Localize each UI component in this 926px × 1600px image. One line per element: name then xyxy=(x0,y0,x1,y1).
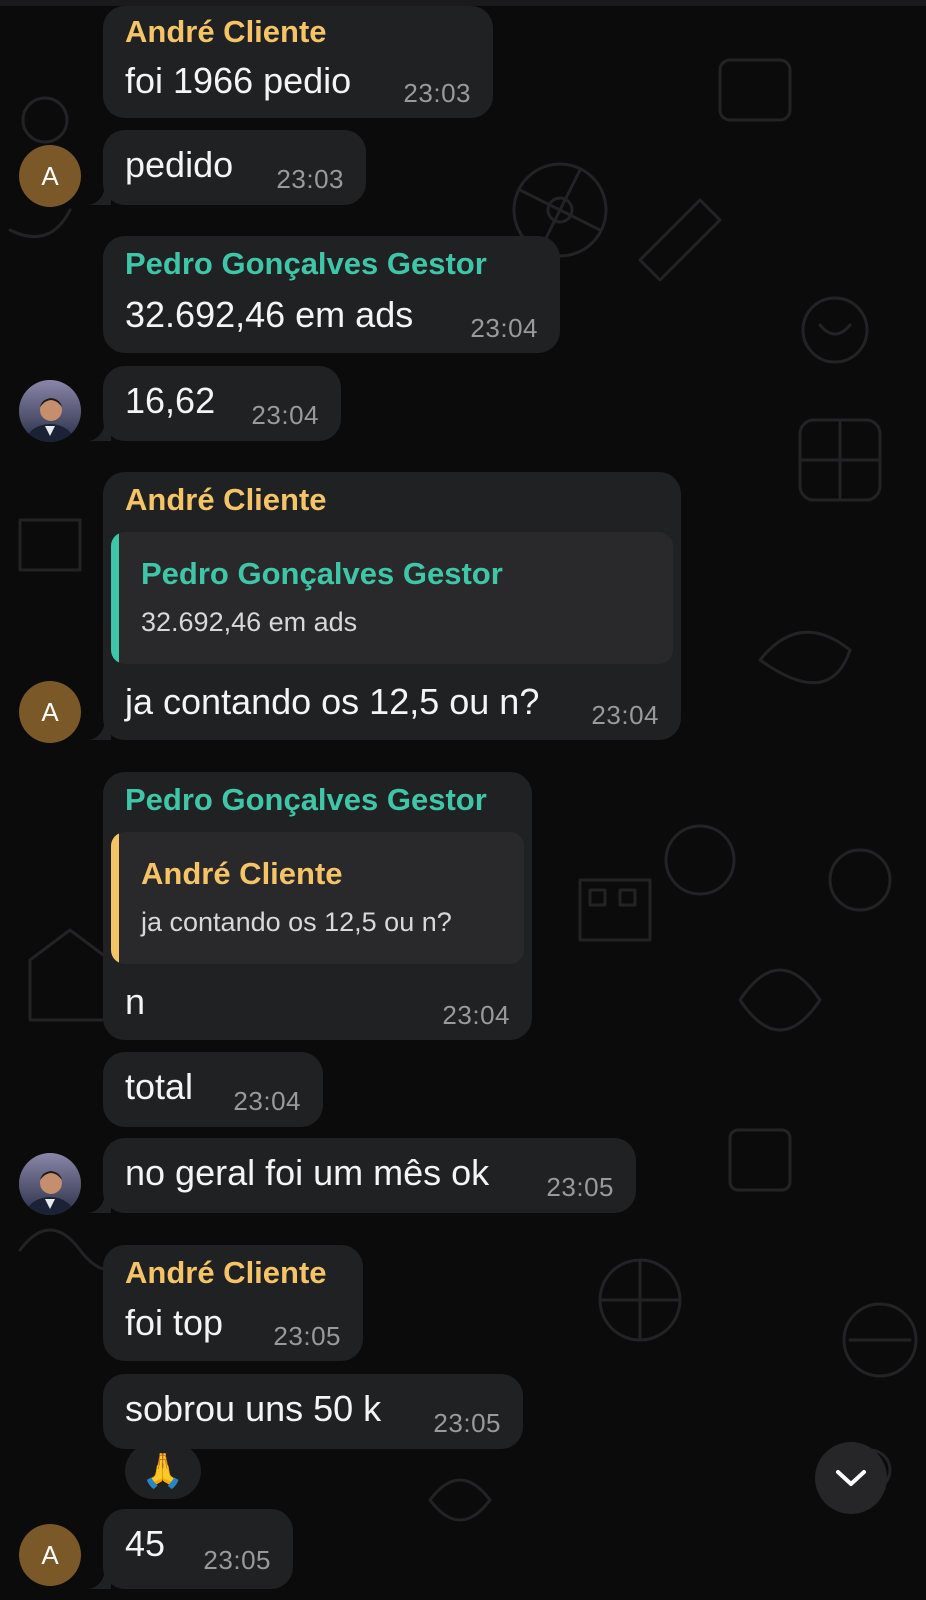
reply-quote-bar xyxy=(111,832,119,964)
avatar-initial: A xyxy=(41,1539,59,1570)
message-text: 32.692,46 em ads xyxy=(125,294,414,335)
message-text: total xyxy=(125,1066,194,1107)
message-text: foi 1966 pedio xyxy=(125,60,352,101)
message-time: 23:05 xyxy=(273,1321,341,1351)
reply-quote-bar xyxy=(111,532,119,664)
message-time: 23:03 xyxy=(276,164,344,194)
avatar[interactable] xyxy=(19,1153,81,1215)
message-bubble[interactable]: 16,62 23:04 xyxy=(103,366,341,441)
message-bubble[interactable]: André Cliente Pedro Gonçalves Gestor 32.… xyxy=(103,472,681,740)
message-time: 23:04 xyxy=(442,1000,510,1030)
sender-name[interactable]: André Cliente xyxy=(125,1255,327,1291)
message-time: 23:04 xyxy=(233,1086,301,1116)
reply-quote[interactable]: Pedro Gonçalves Gestor 32.692,46 em ads xyxy=(111,532,673,664)
message-text: 16,62 xyxy=(125,380,216,421)
reply-quote[interactable]: André Cliente ja contando os 12,5 ou n? xyxy=(111,832,524,964)
sender-name[interactable]: André Cliente xyxy=(125,482,327,518)
message-text: foi top xyxy=(125,1302,224,1343)
message-text: 45 xyxy=(125,1523,166,1564)
avatar-initial: A xyxy=(41,696,59,727)
person-photo-icon xyxy=(19,380,81,442)
avatar[interactable]: A xyxy=(19,681,81,743)
avatar-initial: A xyxy=(41,160,59,191)
message-bubble[interactable]: total 23:04 xyxy=(103,1052,323,1127)
message-bubble[interactable]: pedido 23:03 xyxy=(103,130,366,205)
reply-sender-name: Pedro Gonçalves Gestor xyxy=(141,556,503,591)
message-bubble[interactable]: Pedro Gonçalves Gestor 32.692,46 em ads … xyxy=(103,236,560,353)
sender-name[interactable]: Pedro Gonçalves Gestor xyxy=(125,782,487,818)
message-bubble[interactable]: sobrou uns 50 k 23:05 xyxy=(103,1374,523,1449)
scroll-to-bottom-button[interactable] xyxy=(815,1442,887,1514)
message-text: ja contando os 12,5 ou n? xyxy=(125,681,540,722)
message-time: 23:04 xyxy=(251,400,319,430)
message-text: pedido xyxy=(125,144,234,185)
message-time: 23:05 xyxy=(203,1545,271,1575)
message-bubble[interactable]: Pedro Gonçalves Gestor André Cliente ja … xyxy=(103,772,532,1040)
message-bubble[interactable]: no geral foi um mês ok 23:05 xyxy=(103,1138,636,1213)
reaction-badge[interactable]: 🙏 xyxy=(125,1443,201,1499)
message-time: 23:05 xyxy=(546,1172,614,1202)
message-bubble[interactable]: 45 23:05 xyxy=(103,1509,293,1589)
sender-name[interactable]: André Cliente xyxy=(125,14,327,50)
avatar[interactable]: A xyxy=(19,1524,81,1586)
reply-text: ja contando os 12,5 ou n? xyxy=(141,907,452,937)
message-time: 23:04 xyxy=(591,700,659,730)
reply-text: 32.692,46 em ads xyxy=(141,607,358,637)
message-text: no geral foi um mês ok xyxy=(125,1152,490,1193)
message-time: 23:04 xyxy=(470,313,538,343)
message-bubble[interactable]: André Cliente foi top 23:05 xyxy=(103,1245,363,1361)
chevron-down-icon xyxy=(836,1470,866,1486)
message-text: sobrou uns 50 k xyxy=(125,1388,382,1429)
sender-name[interactable]: Pedro Gonçalves Gestor xyxy=(125,246,487,282)
avatar[interactable] xyxy=(19,380,81,442)
reply-sender-name: André Cliente xyxy=(141,856,343,891)
message-time: 23:05 xyxy=(433,1408,501,1438)
message-text: n xyxy=(125,981,146,1022)
reaction-emoji: 🙏 xyxy=(141,1451,185,1491)
avatar[interactable]: A xyxy=(19,145,81,207)
person-photo-icon xyxy=(19,1153,81,1215)
message-time: 23:03 xyxy=(403,78,471,108)
message-bubble[interactable]: André Cliente foi 1966 pedio 23:03 xyxy=(103,6,493,118)
